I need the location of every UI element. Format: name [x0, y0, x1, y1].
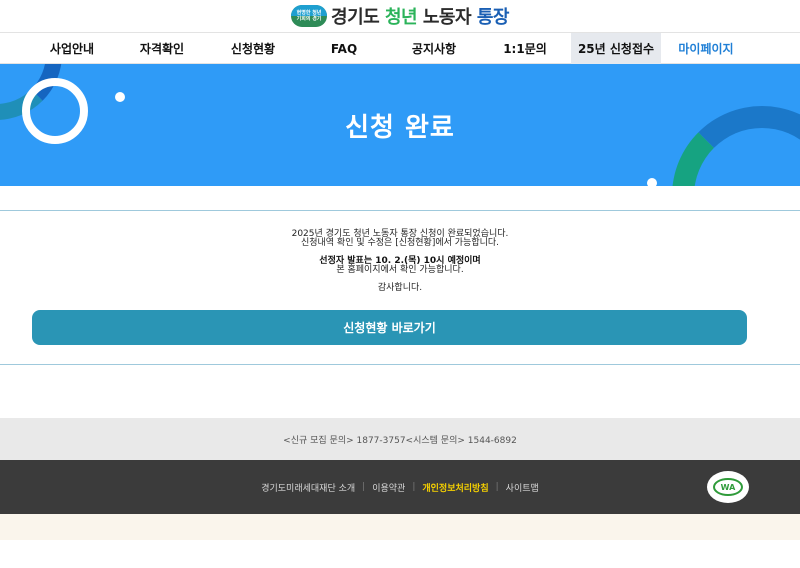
- nav-item-inquiry[interactable]: 1:1문의: [489, 33, 561, 64]
- content-divider-bottom: [0, 364, 800, 365]
- footer-link-terms[interactable]: 이용약관: [372, 481, 405, 494]
- logo-text-part-3: 노동자: [417, 7, 477, 28]
- footer-link-foundation-intro[interactable]: 경기도미래세대재단 소개: [261, 481, 355, 494]
- footer: 경기도미래세대재단 소개 | 이용약관 | 개인정보처리방침 | 사이트맵 WA: [0, 460, 800, 514]
- logo-badge-icon: 현명한 청년 기회의 경기: [291, 5, 328, 27]
- nav-item-application-status[interactable]: 신청현황: [217, 33, 289, 64]
- footer-link-separator: |: [412, 482, 416, 492]
- site-logo[interactable]: 현명한 청년 기회의 경기 경기도 청년 노동자 통장: [291, 3, 509, 29]
- logo-badge-text: 현명한 청년 기회의 경기: [296, 10, 322, 22]
- footer-link-separator: |: [495, 482, 499, 492]
- main-nav: 사업안내 자격확인 신청현황 FAQ 공지사항 1:1문의 25년 신청접수 마…: [0, 32, 800, 64]
- completion-message-line-2: 신청내역 확인 및 수정은 [신청현황]에서 가능합니다.: [300, 238, 500, 248]
- page-title: 신청 완료: [345, 112, 455, 143]
- page-banner: 신청 완료: [0, 64, 800, 186]
- announcement-message-line-2: 본 홈페이지에서 확인 가능합니다.: [336, 265, 464, 275]
- footer-link-separator: |: [362, 482, 366, 492]
- nav-item-notices[interactable]: 공지사항: [398, 33, 470, 64]
- thanks-message: 감사합니다.: [377, 283, 423, 293]
- nav-item-eligibility-check[interactable]: 자격확인: [126, 33, 198, 64]
- logo-text-part-4: 통장: [476, 7, 510, 28]
- web-accessibility-mark-icon: WA: [707, 471, 749, 503]
- header-logo-bar: 현명한 청년 기회의 경기 경기도 청년 노동자 통장: [0, 0, 800, 32]
- nav-item-2025-application[interactable]: 25년 신청접수: [571, 33, 661, 64]
- footer-link-privacy-policy[interactable]: 개인정보처리방침: [422, 481, 488, 494]
- web-accessibility-mark-text: WA: [713, 478, 743, 496]
- footer-bottom-strip: [0, 514, 800, 540]
- logo-text-part-1: 경기도: [331, 7, 385, 28]
- footer-link-sitemap[interactable]: 사이트맵: [506, 481, 539, 494]
- nav-item-mypage[interactable]: 마이페이지: [670, 33, 742, 64]
- content-divider-top: [0, 210, 800, 211]
- go-to-application-status-button[interactable]: 신청현황 바로가기: [32, 310, 747, 345]
- footer-links: 경기도미래세대재단 소개 | 이용약관 | 개인정보처리방침 | 사이트맵: [0, 460, 800, 514]
- nav-item-faq[interactable]: FAQ: [308, 33, 380, 64]
- logo-title: 경기도 청년 노동자 통장: [331, 3, 509, 29]
- nav-item-business-info[interactable]: 사업안내: [36, 33, 108, 64]
- logo-text-part-2: 청년: [384, 7, 418, 28]
- footer-contact-info: <신규 모집 문의> 1877-3757<시스템 문의> 1544-6892: [0, 418, 800, 460]
